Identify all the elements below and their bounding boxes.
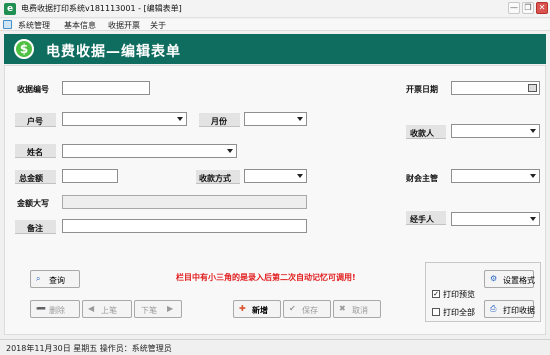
next-button[interactable]: 下笔 ▶ xyxy=(134,300,182,318)
name-dropdown[interactable] xyxy=(62,144,237,158)
account-no-label: 户号 xyxy=(27,117,43,126)
delete-button[interactable]: ➖ 删除 xyxy=(30,300,80,318)
add-button[interactable]: ✚ 新增 xyxy=(233,300,281,318)
prev-button[interactable]: ◀ 上笔 xyxy=(82,300,132,318)
amount-words-field xyxy=(62,195,307,209)
menu-basic-info[interactable]: 基本信息 xyxy=(64,20,96,31)
menu-system[interactable]: 系统管理 xyxy=(18,20,50,31)
total-field[interactable] xyxy=(62,169,118,183)
query-button[interactable]: ⌕ 查询 xyxy=(30,270,80,288)
system-menu-icon xyxy=(3,20,12,29)
calendar-icon xyxy=(528,84,537,92)
minimize-button[interactable]: — xyxy=(508,2,520,14)
total-label: 总金额 xyxy=(19,174,43,183)
prev-icon: ◀ xyxy=(88,304,95,313)
menu-about[interactable]: 关于 xyxy=(150,20,166,31)
status-bar: 2018年11月30日 星期五 操作员：系统管理员 xyxy=(0,339,550,355)
status-text: 2018年11月30日 星期五 操作员：系统管理员 xyxy=(6,344,172,353)
printer-icon: ⎙ xyxy=(490,304,497,313)
dropdown-arrow-icon xyxy=(530,217,536,221)
page-title: 电费收据—编辑表单 xyxy=(46,44,181,60)
dropdown-arrow-icon xyxy=(297,117,303,121)
second-checkbox[interactable] xyxy=(432,308,440,316)
gear-icon: ⚙ xyxy=(490,274,498,283)
settings-button[interactable]: ⚙ 设置格式 xyxy=(484,270,535,288)
handler-dropdown[interactable] xyxy=(451,212,540,226)
close-button[interactable]: ✕ xyxy=(536,2,548,14)
next-icon: ▶ xyxy=(167,304,174,313)
window-title: 电费收据打印系统v181113001 - [编辑表单] xyxy=(21,4,182,13)
dropdown-arrow-icon xyxy=(530,174,536,178)
dropdown-arrow-icon xyxy=(227,149,233,153)
note-label: 备注 xyxy=(27,224,43,233)
cancel-icon: ✖ xyxy=(339,304,346,313)
title-bar: e 电费收据打印系统v181113001 - [编辑表单] — ❐ ✕ xyxy=(0,0,550,18)
preview-label: 打印预览 xyxy=(443,290,475,299)
menu-bar: 系统管理 基本信息 收据开票 关于 xyxy=(0,19,550,31)
month-dropdown[interactable] xyxy=(244,112,307,126)
dropdown-arrow-icon xyxy=(177,117,183,121)
receipt-no-label: 收据编号 xyxy=(17,85,49,94)
finance-label: 财会主管 xyxy=(406,174,438,183)
name-label: 姓名 xyxy=(27,148,43,157)
handler-label: 经手人 xyxy=(410,215,434,224)
dropdown-arrow-icon xyxy=(530,129,536,133)
cancel-button[interactable]: ✖ 取消 xyxy=(333,300,381,318)
menu-receipt[interactable]: 收据开票 xyxy=(108,20,140,31)
pay-method-dropdown[interactable] xyxy=(244,169,307,183)
amount-words-label: 金额大写 xyxy=(17,199,49,208)
payee-label: 收款人 xyxy=(410,129,434,138)
pay-method-label: 收款方式 xyxy=(199,174,231,183)
save-button[interactable]: ✔ 保存 xyxy=(283,300,331,318)
receipt-no-field[interactable] xyxy=(62,81,150,95)
finance-dropdown[interactable] xyxy=(451,169,540,183)
search-icon: ⌕ xyxy=(36,274,41,283)
restore-button[interactable]: ❐ xyxy=(522,2,534,14)
payee-dropdown[interactable] xyxy=(451,124,540,138)
check-icon: ✔ xyxy=(289,304,296,313)
app-icon: e xyxy=(4,3,16,15)
issue-date-picker[interactable] xyxy=(451,81,540,95)
hint-text: 栏目中有小三角的是录入后第二次自动记忆可调用! xyxy=(176,273,356,282)
preview-checkbox[interactable]: ✓ xyxy=(432,290,440,298)
account-no-dropdown[interactable] xyxy=(62,112,187,126)
header-banner: $ 电费收据—编辑表单 xyxy=(4,34,546,64)
minus-icon: ➖ xyxy=(36,304,46,313)
month-label: 月份 xyxy=(211,117,227,126)
plus-icon: ✚ xyxy=(239,304,246,313)
print-button[interactable]: ⎙ 打印收据 xyxy=(484,300,535,318)
second-label: 打印全部 xyxy=(443,308,475,317)
dropdown-arrow-icon xyxy=(297,174,303,178)
dollar-icon: $ xyxy=(14,39,34,59)
issue-date-label: 开票日期 xyxy=(406,85,438,94)
note-field[interactable] xyxy=(62,219,307,233)
